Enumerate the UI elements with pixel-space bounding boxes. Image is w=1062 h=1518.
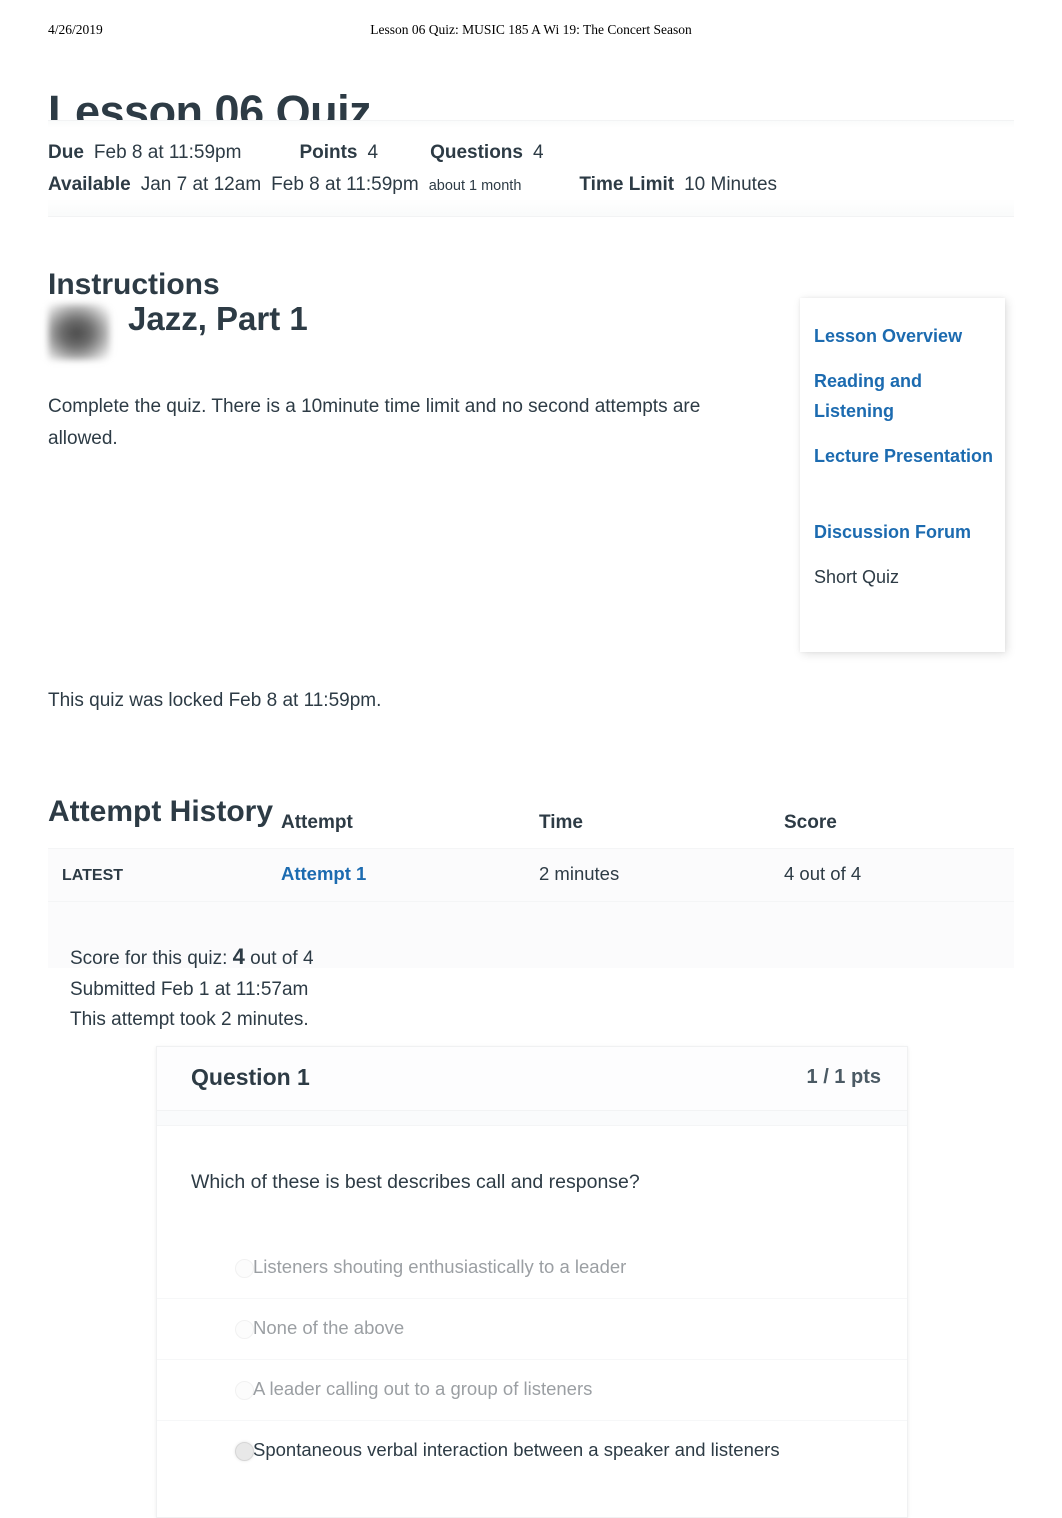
submitted-line: Submitted Feb 1 at 11:57am bbox=[70, 978, 309, 1000]
score-prefix: Score for this quiz: bbox=[70, 948, 228, 969]
module-nav-panel: Lesson Overview Reading and Listening Le… bbox=[800, 298, 1005, 652]
module-nav-item-lesson-overview[interactable]: Lesson Overview bbox=[814, 321, 996, 351]
score-line: Score for this quiz: 4 out of 4 bbox=[70, 942, 314, 975]
quiz-locked-note: This quiz was locked Feb 8 at 11:59pm. bbox=[48, 690, 382, 711]
attempt-score-cell: 4 out of 4 bbox=[784, 848, 1014, 902]
due-label: Due bbox=[48, 142, 84, 163]
jazz-part-1-thumbnail-icon bbox=[48, 304, 110, 360]
available-from-value: Jan 7 at 12am bbox=[140, 174, 262, 195]
quiz-info-row-secondary: Available Jan 7 at 12am Feb 8 at 11:59pm ab… bbox=[48, 169, 1014, 202]
module-nav-item-discussion-forum[interactable]: Discussion Forum bbox=[814, 517, 996, 547]
questions-value: 4 bbox=[532, 142, 544, 163]
answer-option-3[interactable]: A leader calling out to a group of liste… bbox=[157, 1359, 907, 1420]
question-header: Question 1 1 / 1 pts bbox=[157, 1047, 907, 1111]
score-value: 4 bbox=[232, 944, 245, 969]
latest-badge-cell: LATEST bbox=[48, 848, 281, 902]
module-nav-item-lecture-presentation[interactable]: Lecture Presentation bbox=[814, 441, 996, 471]
instructions-heading: Instructions bbox=[48, 267, 220, 301]
status-badge: LATEST bbox=[62, 867, 124, 884]
due-value: Feb 8 at 11:59pm bbox=[93, 142, 242, 163]
question-title: Question 1 bbox=[191, 1064, 310, 1090]
available-label: Available bbox=[48, 174, 131, 195]
question-text: Which of these is best describes call an… bbox=[191, 1171, 640, 1193]
column-header-time: Time bbox=[539, 812, 584, 833]
module-nav-item-reading-and-listening[interactable]: Reading and Listening bbox=[814, 366, 996, 426]
available-to-value: Feb 8 at 11:59pm bbox=[271, 174, 419, 195]
answer-option-2[interactable]: None of the above bbox=[157, 1298, 907, 1359]
available-duration: about 1 month bbox=[428, 178, 522, 194]
module-nav-item-short-quiz: Short Quiz bbox=[814, 567, 900, 587]
attempt-1-link[interactable]: Attempt 1 bbox=[281, 863, 366, 884]
attempt-duration-line: This attempt took 2 minutes. bbox=[70, 1009, 309, 1030]
score-summary: Score for this quiz: 4 out of 4 Submitte… bbox=[70, 942, 314, 1036]
points-label: Points bbox=[299, 142, 358, 163]
print-header: 4/26/2019 Lesson 06 Quiz: MUSIC 185 A Wi… bbox=[0, 22, 1062, 42]
time-limit-label: Time Limit bbox=[579, 174, 675, 195]
answer-option-4[interactable]: Spontaneous verbal interaction between a… bbox=[157, 1420, 907, 1481]
question-points: 1 / 1 pts bbox=[806, 1066, 881, 1088]
radio-button-icon[interactable] bbox=[235, 1381, 254, 1400]
time-limit-value: 10 Minutes bbox=[684, 174, 778, 195]
answer-option-label: Listeners shouting enthusiastically to a… bbox=[253, 1256, 627, 1277]
attempt-cell: Attempt 1 bbox=[281, 848, 539, 902]
question-card: Question 1 1 / 1 pts Which of these is b… bbox=[156, 1046, 908, 1518]
points-value: 4 bbox=[367, 142, 379, 163]
radio-button-selected-icon[interactable] bbox=[235, 1442, 254, 1461]
table-row: LATEST Attempt 1 2 minutes 4 out of 4 bbox=[48, 848, 1014, 902]
radio-button-icon[interactable] bbox=[235, 1320, 254, 1339]
instructions-subheading: Jazz, Part 1 bbox=[128, 300, 308, 337]
answer-option-label: Spontaneous verbal interaction between a… bbox=[253, 1439, 780, 1460]
answer-option-1[interactable]: Listeners shouting enthusiastically to a… bbox=[157, 1238, 907, 1298]
answer-list: Listeners shouting enthusiastically to a… bbox=[157, 1238, 907, 1481]
answer-option-label: None of the above bbox=[253, 1317, 405, 1338]
score-suffix: out of 4 bbox=[250, 948, 314, 969]
radio-button-icon[interactable] bbox=[235, 1259, 254, 1278]
quiz-info-row-primary: Due Feb 8 at 11:59pm Points 4 Questions 4 bbox=[48, 137, 1014, 169]
column-header-attempt: Attempt bbox=[281, 812, 353, 833]
quiz-info-panel: Due Feb 8 at 11:59pm Points 4 Questions 4 Ava… bbox=[48, 120, 1014, 217]
table-header-row: Attempt Time Score bbox=[48, 812, 1014, 849]
column-header-blank bbox=[48, 812, 281, 849]
answer-option-label: A leader calling out to a group of liste… bbox=[253, 1378, 593, 1399]
questions-label: Questions bbox=[430, 142, 523, 163]
print-document-title: Lesson 06 Quiz: MUSIC 185 A Wi 19: The C… bbox=[370, 22, 692, 37]
column-header-score: Score bbox=[784, 812, 837, 833]
instructions-body: Complete the quiz. There is a 10minute t… bbox=[48, 396, 701, 449]
attempt-time-cell: 2 minutes bbox=[539, 848, 784, 902]
question-header-separator bbox=[157, 1111, 907, 1126]
